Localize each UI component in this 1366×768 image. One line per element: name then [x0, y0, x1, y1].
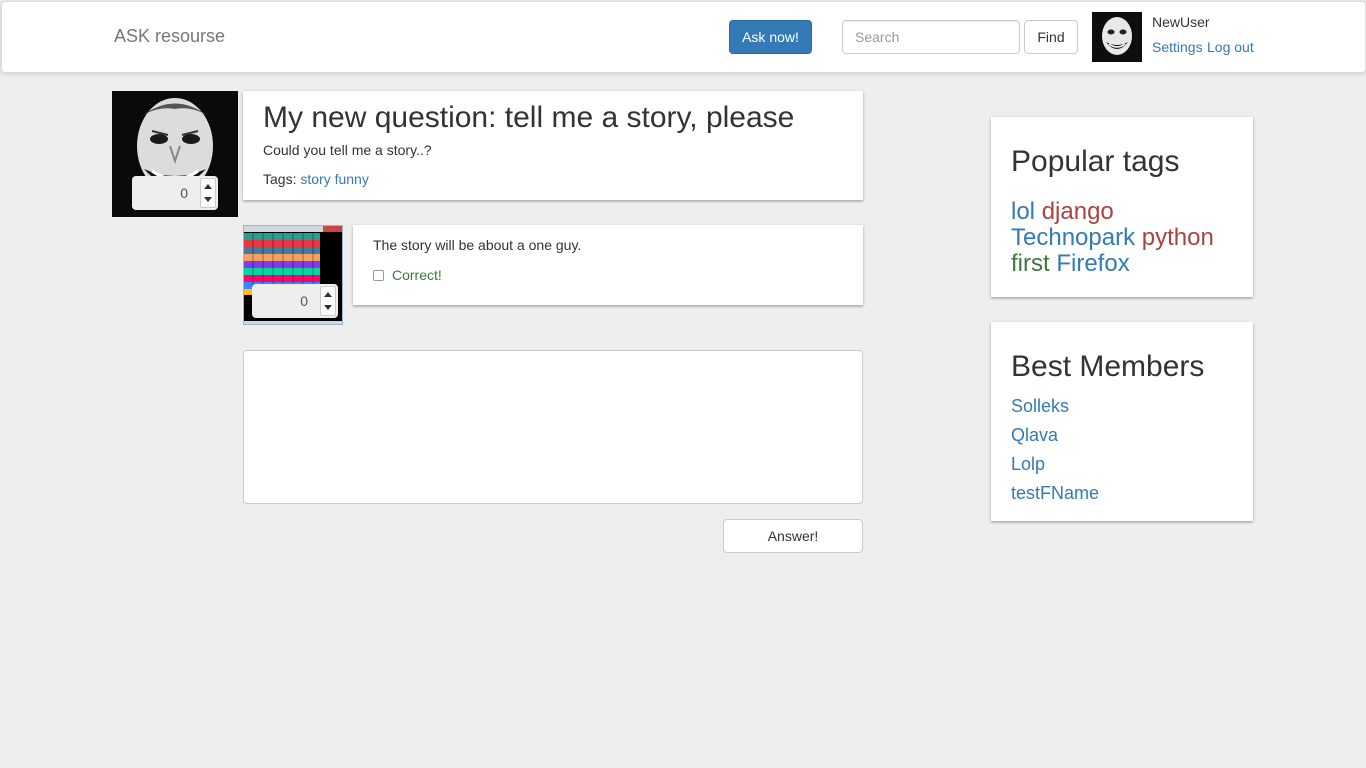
checkbox-icon[interactable]	[373, 269, 384, 281]
chevron-down-icon[interactable]	[324, 305, 332, 310]
question-rating-stepper[interactable]: 0	[132, 176, 218, 210]
best-members-title: Best Members	[1011, 350, 1205, 383]
chevron-down-icon[interactable]	[204, 197, 212, 202]
find-button[interactable]: Find	[1024, 20, 1078, 54]
member-link[interactable]: Solleks	[1011, 392, 1099, 421]
popular-tags-title: Popular tags	[1011, 145, 1180, 178]
best-members-panel: Best Members Solleks Qlava Lolp testFNam…	[991, 322, 1253, 521]
question-card: My new question: tell me a story, please…	[243, 91, 863, 200]
question-text: Could you tell me a story..?	[263, 142, 432, 158]
popular-tags-panel: Popular tags lol django Technopark pytho…	[991, 117, 1253, 297]
tag-link[interactable]: funny	[335, 171, 369, 187]
settings-link[interactable]: Settings	[1152, 39, 1203, 55]
question-title: My new question: tell me a story, please	[263, 101, 795, 134]
member-link[interactable]: testFName	[1011, 479, 1099, 508]
tag-cloud: lol django Technopark python first Firef…	[1011, 199, 1241, 277]
answer-submit-button[interactable]: Answer!	[723, 519, 863, 553]
username: NewUser	[1152, 14, 1210, 30]
answer-rating-stepper[interactable]: 0	[252, 284, 338, 318]
question-rating-value: 0	[180, 185, 188, 201]
tags-label: Tags:	[263, 171, 297, 187]
popular-tag-link[interactable]: Technopark	[1011, 224, 1135, 251]
chevron-up-icon[interactable]	[204, 184, 212, 189]
chevron-up-icon[interactable]	[324, 292, 332, 297]
member-link[interactable]: Qlava	[1011, 421, 1099, 450]
answer-textarea[interactable]	[243, 350, 863, 504]
question-tags: Tags: story funny	[263, 171, 369, 187]
search-input[interactable]	[842, 20, 1020, 54]
ask-now-button[interactable]: Ask now!	[729, 20, 812, 54]
popular-tag-link[interactable]: lol	[1011, 198, 1035, 225]
members-list: Solleks Qlava Lolp testFName	[1011, 392, 1099, 508]
stepper-arrows[interactable]	[200, 178, 216, 208]
user-avatar[interactable]	[1092, 12, 1142, 62]
answer-card: The story will be about a one guy. Corre…	[353, 225, 863, 305]
correct-label: Correct!	[392, 267, 442, 283]
brand-link[interactable]: ASK resourse	[114, 26, 225, 47]
top-navbar: ASK resourse Ask now! Find NewUser Setti…	[1, 1, 1366, 73]
popular-tag-link[interactable]: django	[1042, 198, 1114, 225]
answer-rating-value: 0	[300, 293, 308, 309]
popular-tag-link[interactable]: first	[1011, 250, 1050, 277]
logout-link[interactable]: Log out	[1207, 39, 1254, 55]
stepper-arrows[interactable]	[320, 286, 336, 316]
tag-link[interactable]: story	[300, 171, 330, 187]
answer-text: The story will be about a one guy.	[373, 237, 582, 253]
correct-checkbox[interactable]: Correct!	[373, 267, 442, 283]
popular-tag-link[interactable]: Firefox	[1056, 250, 1129, 277]
member-link[interactable]: Lolp	[1011, 450, 1099, 479]
popular-tag-link[interactable]: python	[1142, 224, 1214, 251]
